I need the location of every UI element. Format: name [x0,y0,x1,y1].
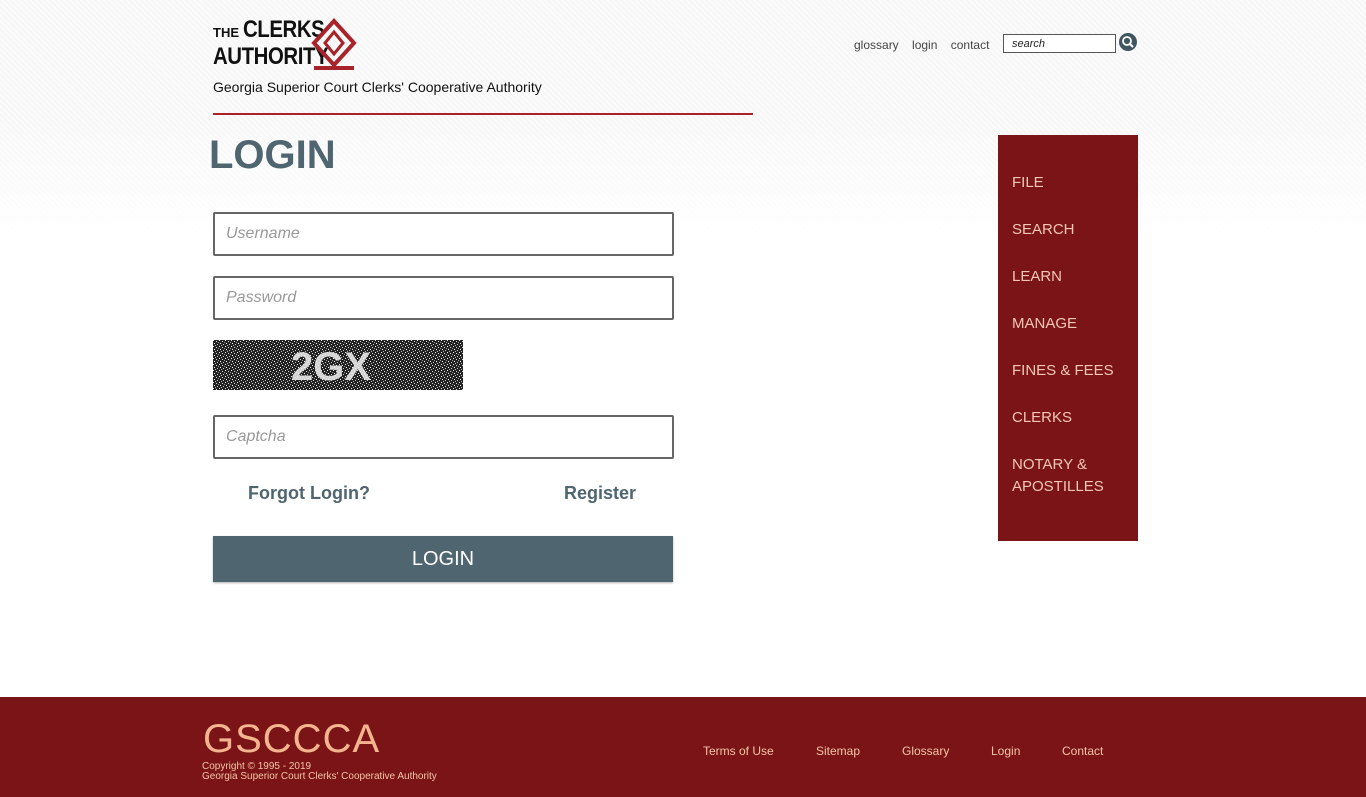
header-background [0,0,1366,240]
copyright-org: Georgia Superior Court Clerks' Cooperati… [202,771,437,782]
sidebar-item-file[interactable]: FILE [998,172,1138,194]
logo-the: THE [213,25,239,40]
search-input[interactable] [1003,34,1116,53]
footer-link-glossary[interactable]: Glossary [902,744,949,758]
header-divider [213,113,753,115]
org-subtitle: Georgia Superior Court Clerks' Cooperati… [213,79,542,95]
search-icon[interactable] [1119,33,1137,51]
sidebar-nav: FILE SEARCH LEARN MANAGE FINES & FEES CL… [998,135,1138,541]
password-field[interactable] [213,276,674,320]
forgot-login-link[interactable]: Forgot Login? [248,483,370,504]
register-link[interactable]: Register [564,483,636,504]
top-link-contact[interactable]: contact [951,38,990,52]
diamond-logo-icon [311,18,357,70]
page-title: LOGIN [209,133,336,177]
sidebar-item-fines-fees[interactable]: FINES & FEES [998,360,1138,382]
captcha-field[interactable] [213,415,674,459]
top-link-login[interactable]: login [912,38,937,52]
footer-link-sitemap[interactable]: Sitemap [816,744,860,758]
captcha-image: 2GX [213,340,463,390]
clerks-authority-logo[interactable]: THE CLERKS AUTHORITY [213,18,363,74]
sidebar-item-notary-apostilles[interactable]: NOTARY & APOSTILLES [998,454,1108,498]
footer-copyright: Copyright © 1995 - 2019 Georgia Superior… [202,762,437,782]
sidebar-item-clerks[interactable]: CLERKS [998,407,1138,429]
footer-link-login[interactable]: Login [991,744,1020,758]
footer-brand[interactable]: GSCCCA [203,717,380,762]
sidebar-item-manage[interactable]: MANAGE [998,313,1138,335]
footer-link-contact[interactable]: Contact [1062,744,1103,758]
top-nav: glossary login contact [854,38,999,52]
magnifier-icon [1122,36,1134,48]
login-button[interactable]: LOGIN [213,536,673,582]
footer: GSCCCA Copyright © 1995 - 2019 Georgia S… [0,697,1366,797]
sidebar-item-search[interactable]: SEARCH [998,219,1138,241]
footer-link-terms[interactable]: Terms of Use [703,744,774,758]
username-field[interactable] [213,212,674,256]
captcha-text: 2GX [291,345,371,389]
top-link-glossary[interactable]: glossary [854,38,899,52]
sidebar-item-learn[interactable]: LEARN [998,266,1138,288]
